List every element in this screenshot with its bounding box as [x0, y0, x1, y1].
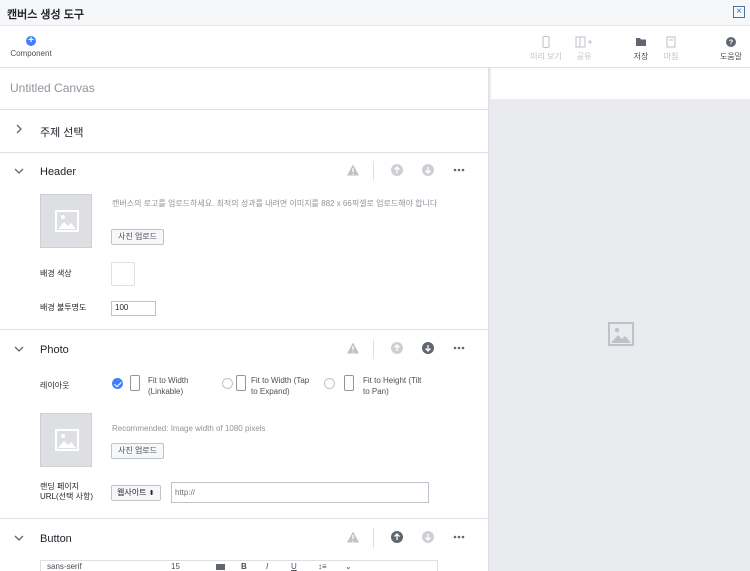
bg-opacity-label: 배경 불투명도: [40, 303, 87, 312]
divider: [0, 518, 488, 519]
toolbar: + Component 미리 보기 공유 저장 마침 ? 도움말: [0, 27, 750, 68]
chevron-down-icon: [14, 346, 24, 352]
save-label: 저장: [633, 52, 649, 61]
italic-icon[interactable]: I: [266, 562, 268, 571]
preview-header: [491, 68, 750, 99]
share-icon: [575, 36, 592, 48]
add-component-button[interactable]: + Component: [8, 27, 54, 68]
help-button[interactable]: ? 도움말: [714, 27, 748, 68]
layout-option-label: Fit to Width (Linkable): [148, 376, 189, 396]
landing-type-value: 웹사이트: [117, 488, 147, 497]
move-up-icon[interactable]: [390, 163, 404, 177]
photo-section-title: Photo: [40, 344, 69, 356]
layout-radio-fit-width-expand[interactable]: [222, 378, 233, 389]
layout-option-label: Fit to Width (Tap to Expand): [251, 376, 310, 396]
divider: [0, 152, 488, 153]
phone-icon: [542, 36, 550, 48]
move-down-icon[interactable]: [421, 163, 435, 177]
close-icon[interactable]: ×: [733, 6, 745, 18]
phone-icon: [130, 375, 140, 391]
image-placeholder-icon: [55, 210, 79, 232]
save-button[interactable]: 저장: [626, 27, 656, 68]
font-size-select[interactable]: 15: [171, 562, 180, 571]
phone-tap-icon: [236, 375, 246, 391]
theme-section[interactable]: 주제 선택: [0, 112, 488, 148]
bg-color-swatch[interactable]: [111, 262, 135, 286]
chevron-right-icon: [16, 124, 22, 134]
move-up-icon[interactable]: [390, 530, 404, 544]
photo-thumbnail: [40, 413, 92, 467]
divider: [373, 339, 374, 359]
more-icon[interactable]: [452, 163, 466, 177]
more-icon[interactable]: [452, 341, 466, 355]
phone-tilt-icon: [344, 375, 354, 391]
canvas-preview: [491, 68, 750, 571]
bg-opacity-input[interactable]: 100: [111, 301, 156, 316]
color-icon[interactable]: [216, 564, 225, 570]
svg-text:?: ?: [729, 38, 734, 47]
move-down-icon[interactable]: [421, 530, 435, 544]
plus-icon: +: [26, 36, 36, 46]
divider: [0, 109, 488, 110]
preview-button[interactable]: 미리 보기: [526, 27, 566, 68]
image-placeholder-icon: [608, 322, 634, 346]
layout-radio-fit-width-linkable[interactable]: [112, 378, 123, 389]
layout-label: 레이아웃: [40, 381, 70, 390]
chevron-down-icon: [14, 535, 24, 541]
warning-icon[interactable]: [346, 530, 360, 544]
share-button[interactable]: 공유: [568, 27, 600, 68]
font-family-select[interactable]: sans-serif: [47, 562, 82, 571]
header-upload-hint: 캔버스의 로고를 업로드하세요. 최적의 성과를 내려면 이미지를 882 x …: [112, 199, 438, 208]
photo-upload-hint: Recommended: Image width of 1080 pixels: [112, 424, 266, 433]
select-arrow-icon: ⬍: [148, 490, 155, 497]
component-label: Component: [10, 49, 52, 58]
window-title: 캔버스 생성 도구: [7, 9, 84, 21]
bg-color-label: 배경 색상: [40, 269, 72, 278]
image-placeholder-icon: [55, 429, 79, 451]
warning-icon[interactable]: [346, 163, 360, 177]
header-logo-thumbnail: [40, 194, 92, 248]
underline-icon[interactable]: U: [291, 562, 297, 571]
more-icon[interactable]: [452, 530, 466, 544]
theme-label: 주제 선택: [40, 127, 84, 139]
rich-text-toolbar: sans-serif 15 B I U ↕≡ ⌄: [40, 560, 438, 571]
header-section-title: Header: [40, 166, 77, 178]
button-section-head[interactable]: Button: [0, 521, 488, 557]
move-up-icon[interactable]: [390, 341, 404, 355]
photo-upload-button[interactable]: 사진 업로드: [111, 443, 165, 459]
finish-button[interactable]: 마침: [656, 27, 686, 68]
line-height-icon[interactable]: ↕≡: [318, 562, 327, 571]
landing-type-select[interactable]: 웹사이트 ⬍: [111, 485, 161, 501]
canvas-name-field[interactable]: Untitled Canvas: [10, 81, 95, 95]
help-icon: ?: [726, 37, 736, 47]
header-section-head[interactable]: Header: [0, 154, 488, 190]
finish-icon: [666, 36, 676, 48]
photo-section-head[interactable]: Photo: [0, 332, 488, 368]
bold-icon[interactable]: B: [241, 562, 247, 571]
button-section-title: Button: [40, 533, 72, 545]
layout-option-label: Fit to Height (Tilt to Pan): [363, 376, 422, 396]
landing-url-label: 랜딩 페이지 URL(선택 사항): [40, 482, 93, 501]
header-upload-button[interactable]: 사진 업로드: [111, 229, 165, 245]
chevron-down-icon[interactable]: ⌄: [345, 562, 352, 571]
preview-label: 미리 보기: [530, 52, 562, 61]
divider: [373, 528, 374, 548]
move-down-icon[interactable]: [421, 341, 435, 355]
divider: [0, 329, 488, 330]
warning-icon[interactable]: [346, 341, 360, 355]
layout-radio-fit-height-tilt[interactable]: [324, 378, 335, 389]
divider: [373, 161, 374, 181]
folder-icon: [636, 38, 646, 46]
share-label: 공유: [576, 52, 592, 61]
finish-label: 마침: [663, 52, 679, 61]
title-bar: 캔버스 생성 도구 ×: [0, 0, 750, 26]
editor-panel: Untitled Canvas 주제 선택 Header 캔버스의 로고를 업로…: [0, 68, 488, 571]
landing-url-input[interactable]: [171, 482, 429, 503]
chevron-down-icon: [14, 168, 24, 174]
help-label: 도움말: [719, 52, 743, 61]
